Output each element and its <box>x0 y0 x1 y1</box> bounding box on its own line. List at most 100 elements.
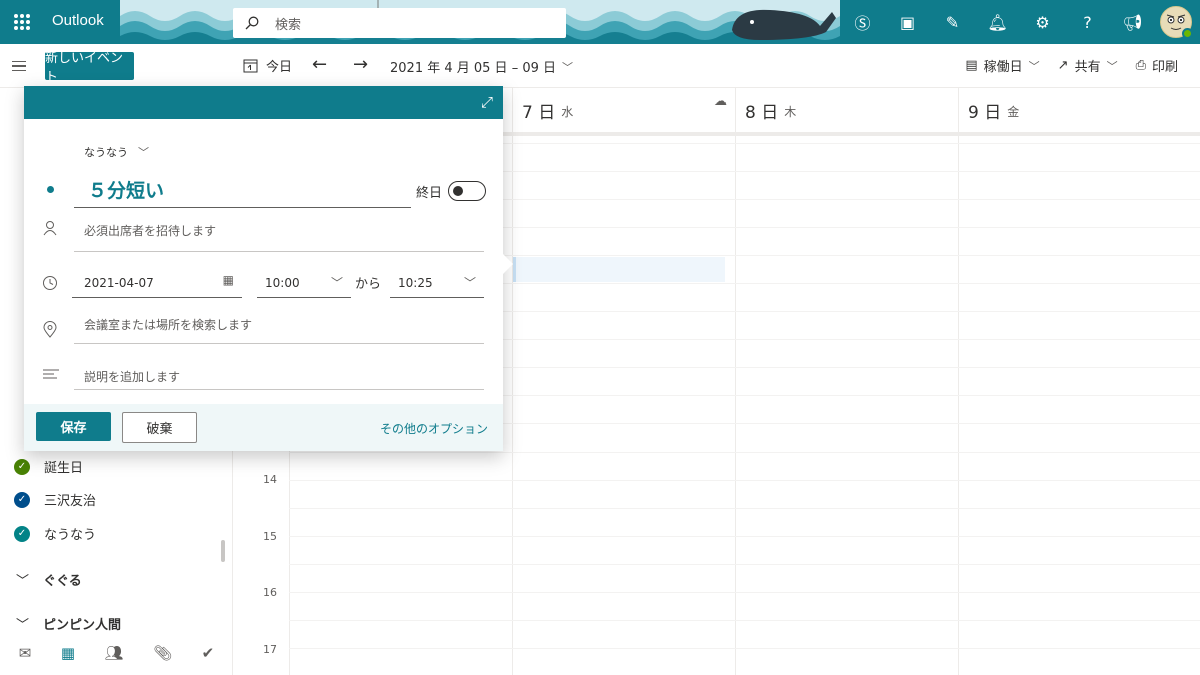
start-time-value: 10:00 <box>265 276 300 290</box>
calendar-item-birthdays[interactable]: ✓ 誕生日 <box>14 457 83 476</box>
calendar-item-misawa[interactable]: ✓ 三沢友治 <box>14 490 96 509</box>
all-day-toggle-group: 終日 <box>416 181 487 201</box>
my-day-button[interactable]: ✎ <box>930 0 975 44</box>
calendar-selector[interactable]: なうなう ﹀ <box>84 144 149 160</box>
calendar-item-label: 三沢友治 <box>44 494 97 509</box>
search-placeholder: 検索 <box>275 17 302 33</box>
date-range-picker[interactable]: 2021 年 4 月 05 日 – 09 日 ﹀ <box>390 57 573 77</box>
clock-icon <box>42 275 58 295</box>
hour-label: 14 <box>263 473 277 486</box>
share-button[interactable]: ↗ 共有 ﹀ <box>1058 56 1118 75</box>
description-input[interactable]: 説明を追加します <box>74 368 484 390</box>
note-edit-icon: ✎ <box>945 12 960 32</box>
hour-label: 17 <box>263 643 277 656</box>
popup-pointer <box>503 254 513 274</box>
module-switcher: ✉ ▦ 👥︎ 📎︎ ✔ <box>0 631 233 675</box>
calendar-icon[interactable]: ▦ <box>61 644 75 662</box>
quick-compose-event-popup: ⤢ なうなう ﹀ ５分短い 終日 必須出席者を招待します 2021-04-07 … <box>24 86 513 451</box>
checkmark-icon: ✓ <box>14 525 30 542</box>
next-week-button[interactable]: → <box>353 54 368 75</box>
draft-event-slot[interactable] <box>513 257 725 282</box>
chevron-down-icon: ﹀ <box>330 276 343 290</box>
expand-icon[interactable]: ⤢ <box>481 93 493 111</box>
workweek-view-button[interactable]: ▤ 稼働日 ﹀ <box>965 56 1039 75</box>
calendar-today-icon <box>243 59 258 73</box>
more-options-link[interactable]: その他のオプション <box>380 420 488 437</box>
office-icon: ▣ <box>899 12 916 32</box>
office-apps-button[interactable]: ▣ <box>885 0 930 44</box>
calendar-color-dot <box>47 186 54 193</box>
day-number: 7 日 <box>522 102 556 123</box>
help-icon: ? <box>1083 12 1092 32</box>
chevron-down-icon: ﹀ <box>562 60 573 74</box>
grid-line <box>512 88 513 675</box>
end-time-dropdown[interactable]: 10:25 ﹀ <box>390 268 484 298</box>
checkmark-icon: ✓ <box>14 458 30 475</box>
day-header-fri[interactable]: 9 日 金 <box>958 88 1200 132</box>
all-day-toggle[interactable] <box>448 181 487 201</box>
calendar-view-icon: ▤ <box>965 58 978 73</box>
attachment-icon[interactable]: 📎︎ <box>153 644 172 662</box>
avatar[interactable] <box>1160 6 1193 39</box>
end-time-value: 10:25 <box>398 276 433 290</box>
share-icon: ↗ <box>1057 58 1069 73</box>
new-event-button[interactable]: 新しいイベント <box>45 51 134 85</box>
waffle-icon <box>14 14 30 30</box>
day-header-wed[interactable]: 7 日 水 ☁︎ <box>512 88 735 132</box>
day-of-week: 金 <box>1007 105 1020 119</box>
popup-footer: 保存 破棄 その他のオプション <box>24 404 503 451</box>
help-button[interactable]: ? <box>1065 0 1110 44</box>
grid-line <box>958 88 959 675</box>
person-icon <box>42 220 58 240</box>
gear-icon: ⚙ <box>1035 12 1050 32</box>
date-picker-icon[interactable]: ▦ <box>223 273 234 287</box>
megaphone-icon: 📢︎ <box>1122 12 1143 32</box>
start-time-dropdown[interactable]: 10:00 ﹀ <box>257 268 351 298</box>
calendar-item-label: なうなう <box>44 528 97 543</box>
people-icon[interactable]: 👥︎ <box>105 644 124 662</box>
date-range-label: 2021 年 4 月 05 日 – 09 日 <box>390 61 556 76</box>
calendar-item-label: 誕生日 <box>44 461 84 476</box>
group-label: ぐぐる <box>43 574 82 589</box>
attendees-input[interactable]: 必須出席者を招待します <box>74 222 484 252</box>
event-title-input[interactable]: ５分短い <box>74 170 411 208</box>
location-input[interactable]: 会議室または場所を検索します <box>74 316 484 344</box>
today-button[interactable]: 今日 <box>243 56 292 75</box>
search-icon <box>245 16 259 30</box>
command-bar: 新しいイベント 今日 ← → 2021 年 4 月 05 日 – 09 日 ﹀ … <box>0 44 1200 88</box>
day-header-thu[interactable]: 8 日 木 <box>735 88 958 132</box>
start-date-value: 2021-04-07 <box>84 276 154 290</box>
arrow-left-icon: ← <box>312 54 328 75</box>
today-label: 今日 <box>266 60 293 75</box>
discard-button[interactable]: 破棄 <box>122 412 197 443</box>
feedback-button[interactable]: 📢︎ <box>1110 0 1155 44</box>
skype-icon: Ⓢ <box>854 14 871 33</box>
mail-icon[interactable]: ✉ <box>19 644 32 662</box>
hamburger-menu-icon[interactable] <box>12 56 32 76</box>
chevron-down-icon: ﹀ <box>16 574 30 589</box>
chevron-down-icon: ﹀ <box>138 146 149 159</box>
sidebar-scrollbar[interactable] <box>221 540 225 562</box>
day-number: 8 日 <box>745 102 779 123</box>
previous-week-button[interactable]: ← <box>312 54 327 75</box>
app-launcher-button[interactable] <box>0 0 44 44</box>
presence-status-icon <box>1182 28 1193 39</box>
skype-button[interactable]: Ⓢ <box>840 0 885 44</box>
notifications-button[interactable]: 🔔︎ <box>975 0 1020 44</box>
description-lines-icon <box>42 367 60 385</box>
todo-check-icon[interactable]: ✔ <box>202 644 215 662</box>
group-guguru[interactable]: ﹀ ぐぐる <box>16 570 82 589</box>
location-pin-icon <box>42 321 58 343</box>
print-button[interactable]: ⎙ 印刷 <box>1136 56 1178 75</box>
app-name[interactable]: Outlook <box>52 12 104 29</box>
hour-label: 15 <box>263 530 277 543</box>
start-date-input[interactable]: 2021-04-07 ▦ <box>72 268 242 298</box>
calendar-selector-label: なうなう <box>84 146 128 159</box>
day-of-week: 木 <box>784 105 797 119</box>
search-box[interactable]: 検索 <box>233 8 566 38</box>
calendar-item-nounou[interactable]: ✓ なうなう <box>14 524 96 543</box>
print-label: 印刷 <box>1151 60 1178 75</box>
time-separator-label: から <box>355 277 382 292</box>
save-button[interactable]: 保存 <box>36 412 111 441</box>
settings-button[interactable]: ⚙ <box>1020 0 1065 44</box>
